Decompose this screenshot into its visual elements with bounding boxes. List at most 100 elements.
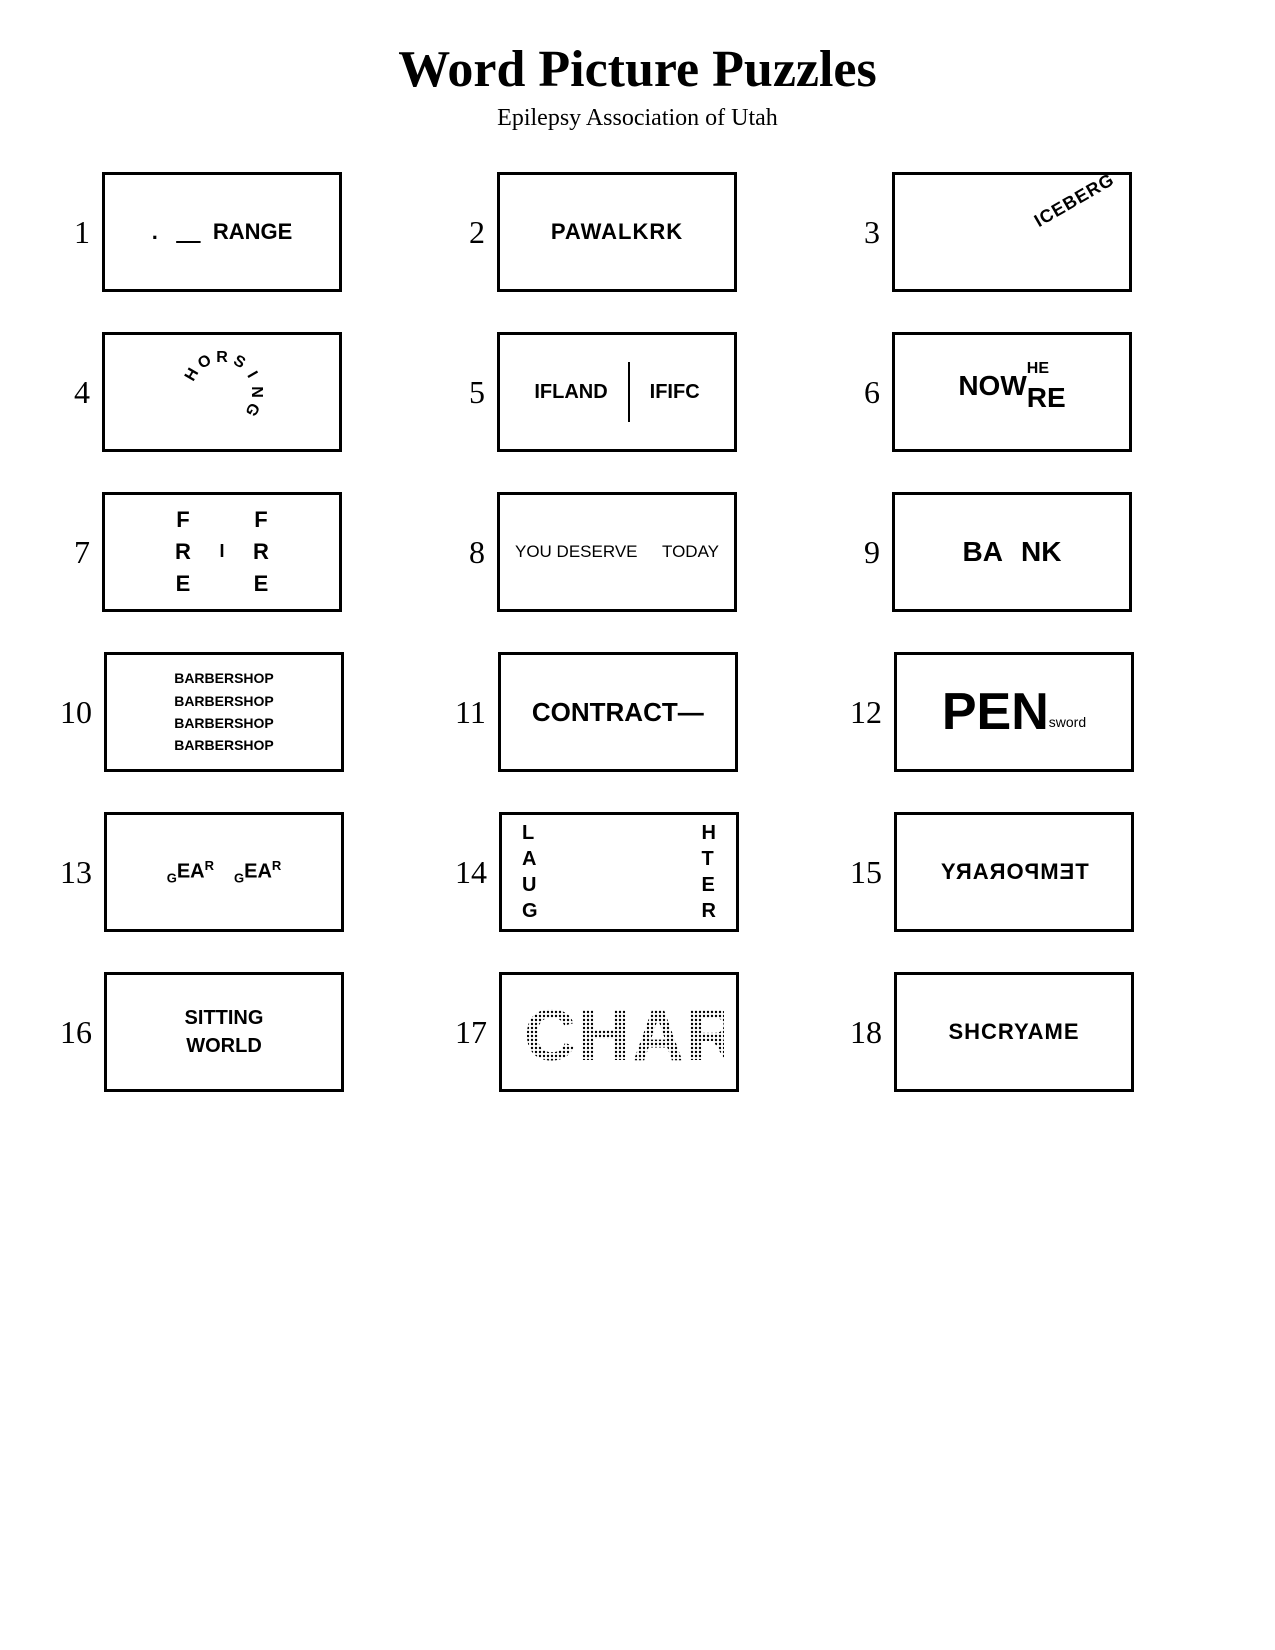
p13-r1: R	[205, 858, 214, 873]
puzzle-box-6: NOW HE RE	[892, 332, 1132, 452]
puzzle-box-5: IFLAND IFIFC	[497, 332, 737, 452]
puzzle-cell-14: 14 L A U G H T E R	[455, 812, 820, 932]
p14-u: U	[522, 872, 538, 898]
p13-g2: G	[234, 871, 244, 886]
p14-h: H	[702, 820, 716, 846]
puzzle-cell-3: 3 ICEBERG	[850, 172, 1215, 292]
puzzle-box-2: PAWALKRK	[497, 172, 737, 292]
puzzle-number-17: 17	[455, 1014, 487, 1051]
p14-l: L	[522, 820, 538, 846]
svg-text:I: I	[243, 369, 260, 381]
puzzle-9-ba: BA	[963, 536, 1003, 568]
puzzle-number-13: 13	[60, 854, 92, 891]
puzzle-box-9: BA NK	[892, 492, 1132, 612]
puzzle-cell-6: 6 NOW HE RE	[850, 332, 1215, 452]
puzzle-cell-17: 17 CHART	[455, 972, 820, 1092]
puzzle-cell-11: 11 CONTRACT—	[455, 652, 820, 772]
p7-e1: E	[157, 571, 209, 597]
puzzle-box-11: CONTRACT—	[498, 652, 738, 772]
puzzle-cell-12: 12 PEN sword	[850, 652, 1215, 772]
puzzle-box-14: L A U G H T E R	[499, 812, 739, 932]
puzzle-8-today: TODAY	[662, 542, 719, 562]
puzzle-5-divider	[628, 362, 630, 422]
puzzle-4-svg: H O R S I N G	[132, 342, 312, 442]
page-subtitle: Epilepsy Association of Utah	[60, 105, 1215, 132]
puzzle-cell-1: 1 . RANGE	[60, 172, 425, 292]
puzzle-box-4: H O R S I N G	[102, 332, 342, 452]
puzzle-7-content: F F R I R E E	[157, 505, 287, 600]
puzzle-cell-5: 5 IFLAND IFIFC	[455, 332, 820, 452]
svg-text:R: R	[216, 349, 228, 366]
puzzle-box-13: GEAR GEAR	[104, 812, 344, 932]
puzzle-number-3: 3	[850, 214, 880, 251]
p7-e2: E	[235, 571, 287, 597]
puzzle-13-gear1: GEAR	[167, 858, 214, 886]
page-title: Word Picture Puzzles	[60, 40, 1215, 99]
p7-f2: F	[235, 507, 287, 533]
puzzle-number-5: 5	[455, 374, 485, 411]
puzzle-box-1: . RANGE	[102, 172, 342, 292]
puzzle-5-left: IFLAND	[534, 381, 607, 404]
puzzle-18-content: SHCRYAME	[948, 1019, 1079, 1045]
puzzle-cell-18: 18 SHCRYAME	[850, 972, 1215, 1092]
svg-text:G: G	[241, 400, 262, 419]
puzzle-1-content: . RANGE	[152, 219, 293, 245]
puzzle-cell-10: 10 BARBERSHOP BARBERSHOP BARBERSHOP BARB…	[60, 652, 425, 772]
p16-world: WORLD	[185, 1032, 264, 1060]
puzzle-box-15: TEMPORARY	[894, 812, 1134, 932]
p14-a: A	[522, 846, 538, 872]
puzzle-8-you-deserve: YOU DESERVE	[515, 542, 638, 562]
puzzle-6-he: HE	[1027, 360, 1049, 378]
p10-line3: BARBERSHOP	[174, 712, 274, 734]
svg-text:H: H	[182, 365, 203, 384]
puzzle-number-2: 2	[455, 214, 485, 251]
puzzle-number-9: 9	[850, 534, 880, 571]
puzzle-5-right: IFIFC	[650, 381, 700, 404]
puzzle-number-10: 10	[60, 694, 92, 731]
puzzle-box-3: ICEBERG	[892, 172, 1132, 292]
puzzle-number-4: 4	[60, 374, 90, 411]
puzzle-11-content: CONTRACT—	[532, 697, 704, 728]
puzzle-number-15: 15	[850, 854, 882, 891]
p7-r2: R	[235, 539, 287, 565]
puzzle-box-17: CHART	[499, 972, 739, 1092]
puzzle-cell-15: 15 TEMPORARY	[850, 812, 1215, 932]
puzzle-number-7: 7	[60, 534, 90, 571]
p14-r: R	[702, 898, 716, 924]
puzzle-number-12: 12	[850, 694, 882, 731]
puzzle-number-18: 18	[850, 1014, 882, 1051]
puzzle-9-nk: NK	[1021, 536, 1061, 568]
puzzle-12-sword: sword	[1049, 714, 1086, 730]
p16-sitting: SITTING	[185, 1004, 264, 1032]
p14-g: G	[522, 898, 538, 924]
puzzle-2-content: PAWALKRK	[551, 219, 683, 245]
puzzle-12-content: PEN sword	[942, 686, 1086, 738]
puzzle-number-14: 14	[455, 854, 487, 891]
puzzle-9-content: BA NK	[963, 536, 1062, 568]
puzzle-5-content: IFLAND IFIFC	[534, 362, 699, 422]
puzzle-cell-4: 4 H O R S I N G	[60, 332, 425, 452]
puzzle-8-content: YOU DESERVE TODAY	[500, 542, 734, 562]
puzzle-cell-13: 13 GEAR GEAR	[60, 812, 425, 932]
puzzle-13-content: GEAR GEAR	[167, 858, 282, 886]
svg-text:S: S	[230, 352, 248, 372]
puzzle-number-11: 11	[455, 694, 486, 731]
svg-text:N: N	[248, 386, 265, 398]
puzzle-box-18: SHCRYAME	[894, 972, 1134, 1092]
p10-line4: BARBERSHOP	[174, 734, 274, 756]
p10-line1: BARBERSHOP	[174, 667, 274, 689]
puzzle-cell-16: 16 SITTING WORLD	[60, 972, 425, 1092]
puzzle-16-content: SITTING WORLD	[185, 1004, 264, 1060]
puzzle-6-now: NOW	[958, 370, 1026, 402]
puzzle-cell-2: 2 PAWALKRK	[455, 172, 820, 292]
puzzle-number-6: 6	[850, 374, 880, 411]
p13-r2: R	[272, 858, 281, 873]
puzzle-number-16: 16	[60, 1014, 92, 1051]
p14-t: T	[702, 846, 716, 872]
puzzle-cell-9: 9 BA NK	[850, 492, 1215, 612]
puzzle-14-content: L A U G H T E R	[502, 820, 736, 924]
p7-r1: R	[157, 539, 209, 565]
puzzle-12-pen: PEN	[942, 686, 1049, 738]
p14-e: E	[702, 872, 716, 898]
puzzle-box-8: YOU DESERVE TODAY	[497, 492, 737, 612]
